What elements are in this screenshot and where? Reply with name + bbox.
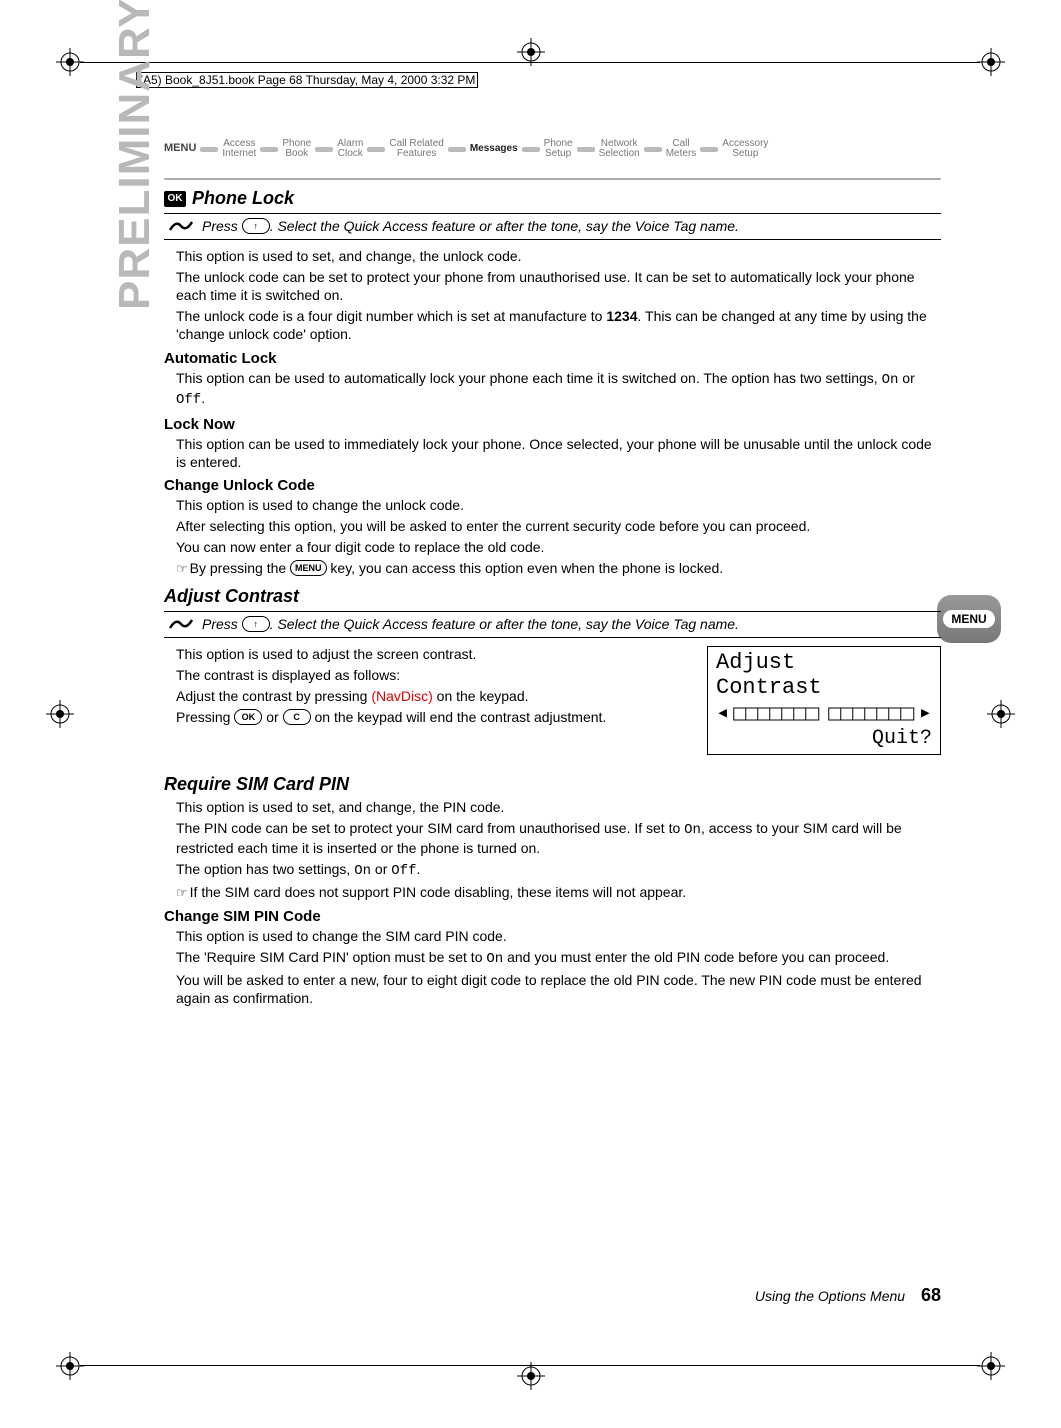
menu-separator-icon [260, 147, 278, 152]
registration-mark-icon [977, 1352, 1005, 1380]
phone-lock-heading-text: Phone Lock [192, 188, 294, 209]
registration-mark-icon [977, 48, 1005, 76]
menu-separator-icon [315, 147, 333, 152]
menu-item: Call RelatedFeatures [389, 139, 443, 160]
require-sim-p2: The PIN code can be set to protect your … [176, 820, 941, 858]
menu-separator-icon [367, 147, 385, 152]
lcd-line2: Contrast [716, 676, 932, 700]
menu-breadcrumb: MENU AccessInternet PhoneBook AlarmClock Ca… [164, 130, 941, 168]
phone-lock-p1: This option is used to set, and change, … [176, 248, 941, 266]
menu-item: AccessorySetup [722, 139, 768, 160]
menu-item-bottom: Clock [338, 149, 363, 160]
adjust-contrast-heading: Adjust Contrast [164, 586, 941, 607]
require-sim-p3: The option has two settings, On or Off. [176, 861, 941, 881]
menu-item: CallMeters [666, 139, 697, 160]
change-sim-pin-p1: This option is used to change the SIM ca… [176, 928, 941, 946]
page-footer: Using the Options Menu 68 [755, 1285, 941, 1306]
page-number: 68 [921, 1285, 941, 1305]
lock-now-heading: Lock Now [164, 416, 941, 433]
lcd-line1: Adjust [716, 651, 932, 675]
menu-thumb-tab-label: MENU [943, 610, 994, 628]
menu-item: NetworkSelection [599, 139, 640, 160]
change-sim-pin-p2: The 'Require SIM Card PIN' option must b… [176, 949, 941, 969]
note-icon: ☞ [176, 561, 188, 578]
up-key-icon: ↑ [242, 616, 270, 632]
quick-access-text: Press ↑. Select the Quick Access feature… [202, 218, 739, 235]
change-unlock-note: ☞By pressing the MENU key, you can acces… [176, 560, 941, 578]
footer-label: Using the Options Menu [755, 1288, 905, 1304]
lock-now-p: This option can be used to immediately l… [176, 436, 941, 472]
quick-access-row: Press ↑. Select the Quick Access feature… [164, 611, 941, 638]
lcd-quit: Quit? [716, 728, 932, 750]
change-sim-pin-heading: Change SIM PIN Code [164, 908, 941, 925]
menu-separator-icon [522, 147, 540, 152]
menu-item-bottom: Meters [666, 149, 697, 160]
adjust-contrast-p4: Pressing OK or C on the keypad will end … [176, 709, 664, 727]
ok-badge-icon: OK [164, 191, 186, 207]
phone-lock-p2: The unlock code can be set to protect yo… [176, 269, 941, 305]
adjust-contrast-p1: This option is used to adjust the screen… [176, 646, 664, 664]
menu-item-bottom: Setup [545, 149, 571, 160]
automatic-lock-p: This option can be used to automatically… [176, 370, 941, 410]
menu-item: Messages [470, 144, 518, 155]
menu-separator-icon [577, 147, 595, 152]
require-sim-heading: Require SIM Card PIN [164, 774, 941, 795]
require-sim-heading-text: Require SIM Card PIN [164, 774, 349, 795]
change-unlock-p2: After selecting this option, you will be… [176, 518, 941, 536]
menu-item-bottom: Setup [732, 149, 758, 160]
change-sim-pin-p3: You will be asked to enter a new, four t… [176, 972, 941, 1008]
page-slug: (A5) Book_8J51.book Page 68 Thursday, Ma… [136, 72, 478, 88]
automatic-lock-heading: Automatic Lock [164, 350, 941, 367]
up-key-icon: ↑ [242, 218, 270, 234]
menu-item-bottom: Internet [222, 149, 256, 160]
quick-access-text: Press ↑. Select the Quick Access feature… [202, 616, 739, 633]
registration-mark-icon [46, 700, 74, 728]
quick-access-row: Press ↑. Select the Quick Access feature… [164, 213, 941, 240]
menu-item-bottom: Book [285, 149, 308, 160]
adjust-contrast-p3: Adjust the contrast by pressing (NavDisc… [176, 688, 664, 706]
crop-line [80, 1365, 980, 1366]
menu-item-top: Messages [470, 144, 518, 155]
require-sim-note: ☞If the SIM card does not support PIN co… [176, 884, 941, 902]
menu-label: MENU [164, 143, 196, 155]
adjust-contrast-p2: The contrast is displayed as follows: [176, 667, 664, 685]
menu-separator-icon [200, 147, 218, 152]
note-icon: ☞ [176, 885, 188, 902]
adjust-contrast-heading-text: Adjust Contrast [164, 586, 299, 607]
preliminary-watermark: PRELIMINARY [110, 0, 160, 310]
ok-key-icon: OK [234, 709, 262, 725]
menu-underline [164, 178, 941, 180]
menu-separator-icon [700, 147, 718, 152]
change-unlock-p3: You can now enter a four digit code to r… [176, 539, 941, 557]
phone-lock-heading: OK Phone Lock [164, 188, 941, 209]
menu-item-bottom: Features [397, 149, 436, 160]
crop-line [80, 62, 980, 63]
menu-item: PhoneBook [282, 139, 311, 160]
c-key-icon: C [283, 709, 311, 725]
menu-separator-icon [644, 147, 662, 152]
menu-item-bottom: Selection [599, 149, 640, 160]
quick-access-icon [168, 218, 194, 234]
require-sim-p1: This option is used to set, and change, … [176, 799, 941, 817]
phone-lock-p3: The unlock code is a four digit number w… [176, 308, 941, 344]
menu-item: AlarmClock [337, 139, 363, 160]
registration-mark-icon [987, 700, 1015, 728]
lcd-slider-icon: ◂ ▸ [716, 702, 932, 726]
change-unlock-p1: This option is used to change the unlock… [176, 497, 941, 515]
registration-mark-icon [56, 1352, 84, 1380]
registration-mark-icon [517, 1362, 545, 1390]
quick-access-icon [168, 616, 194, 632]
menu-separator-icon [448, 147, 466, 152]
menu-item: PhoneSetup [544, 139, 573, 160]
menu-key-icon: MENU [290, 560, 327, 576]
menu-item: AccessInternet [222, 139, 256, 160]
change-unlock-code-heading: Change Unlock Code [164, 477, 941, 494]
lcd-screen: Adjust Contrast ◂ ▸ Quit? [707, 646, 941, 755]
menu-thumb-tab: MENU [937, 595, 1001, 643]
